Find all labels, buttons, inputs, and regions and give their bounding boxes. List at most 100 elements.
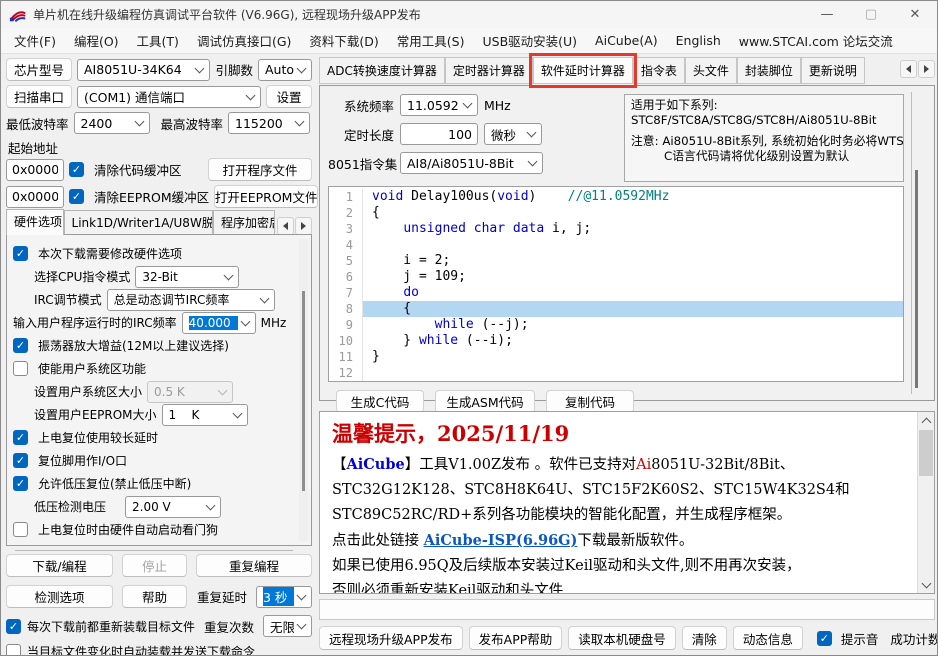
clear-eeprom-checkbox[interactable] [69, 189, 84, 204]
scrollbar-thumb[interactable] [302, 291, 305, 491]
scan-port-button[interactable]: 扫描串口 [6, 85, 72, 108]
scroll-up-button[interactable] [918, 412, 934, 429]
tab-timer-calculator[interactable]: 定时器计算器 [445, 57, 533, 84]
menu-item-program[interactable]: 编程(O) [65, 28, 128, 53]
beep-checkbox[interactable] [817, 631, 832, 646]
minimize-button[interactable]: — [805, 1, 849, 28]
divider [15, 550, 293, 551]
close-button[interactable]: ✕ [893, 1, 937, 28]
clear-code-checkbox[interactable] [69, 162, 84, 177]
hardware-options-panel: 本次下载需要修改硬件选项 选择CPU指令模式 32-Bit IRC调节模式 总是… [6, 234, 312, 546]
clear-button[interactable]: 清除 [682, 626, 727, 650]
pin-count-select[interactable]: Auto [258, 59, 312, 81]
right-panel: ADC转换速度计算器 定时器计算器 软件延时计算器 指令表 头文件 封装脚位 更… [319, 58, 935, 650]
time-unit-select[interactable]: 微秒 [484, 123, 542, 145]
help-button[interactable]: 帮助 [122, 585, 187, 608]
repeat-count-select[interactable]: 无限 [263, 615, 312, 637]
system-freq-select[interactable]: 11.0592 [400, 94, 478, 116]
tab-update-notes[interactable]: 更新说明 [801, 57, 865, 84]
port-settings-button[interactable]: 设置 [266, 85, 312, 108]
autoload-on-change-checkbox[interactable] [6, 644, 21, 656]
chip-model-select[interactable]: AI8051U-34K64 [77, 59, 210, 81]
remote-app-publish-button[interactable]: 远程现场升级APP发布 [319, 626, 463, 650]
right-tabs-scroll-right-button[interactable] [918, 60, 935, 78]
line-number: 6 [329, 269, 363, 285]
menu-item-usb-driver[interactable]: USB驱动安装(U) [473, 28, 586, 53]
code-line: 9 while (--j); [329, 317, 903, 333]
scrollbar-thumb[interactable] [915, 170, 918, 388]
menu-item-website[interactable]: www.STCAI.com 论坛交流 [730, 28, 902, 53]
chevron-down-icon [297, 620, 307, 630]
generate-asm-code-button[interactable]: 生成ASM代码 [435, 390, 535, 413]
generate-c-code-button[interactable]: 生成C代码 [336, 390, 424, 413]
repeat-program-button[interactable]: 重复编程 [196, 554, 312, 577]
reset-pin-io-label: 复位脚用作I/O口 [38, 452, 127, 469]
code-address-input[interactable] [6, 159, 64, 181]
tab-hardware-options[interactable]: 硬件选项 [6, 209, 64, 235]
scrollbar-thumb[interactable] [919, 430, 933, 476]
instruction-set-select[interactable]: AI8/Ai8051U-8Bit [400, 152, 543, 174]
menu-item-debug-interface[interactable]: 调试仿真接口(G) [188, 28, 300, 53]
notice-scrollbar[interactable] [917, 412, 934, 593]
menu-item-common-tools[interactable]: 常用工具(S) [388, 28, 474, 53]
long-por-delay-checkbox[interactable] [13, 430, 28, 445]
timer-length-input[interactable] [400, 123, 478, 145]
hardware-options-scrollbar[interactable] [299, 239, 308, 541]
left-tabs-scroll-left-button[interactable] [277, 217, 294, 235]
code-editor[interactable]: 1 void Delay100us(void) //@11.0592MHz 2 … [328, 186, 904, 382]
menu-item-downloads[interactable]: 资料下载(D) [300, 28, 387, 53]
menu-item-file[interactable]: 文件(F) [5, 28, 65, 53]
tab-package-pinout[interactable]: 封装脚位 [737, 57, 801, 84]
open-program-button[interactable]: 打开程序文件 [208, 158, 312, 181]
line-number: 4 [329, 237, 363, 253]
aicube-isp-download-link[interactable]: AiCube-ISP(6.96G) [424, 532, 578, 549]
min-baud-select[interactable]: 2400 [74, 112, 150, 134]
chip-model-button[interactable]: 芯片型号 [6, 58, 72, 81]
scroll-down-button[interactable] [918, 576, 934, 593]
menu-bar: 文件(F) 编程(O) 工具(T) 调试仿真接口(G) 资料下载(D) 常用工具… [1, 28, 937, 54]
cpu-mode-select[interactable]: 32-Bit [135, 266, 239, 288]
com-port-select[interactable]: (COM1) 通信端口 [77, 86, 261, 108]
publish-app-help-button[interactable]: 发布APP帮助 [469, 626, 563, 650]
menu-item-aicube[interactable]: AiCube(A) [586, 30, 667, 51]
modify-hw-checkbox[interactable] [13, 246, 28, 261]
eeprom-size-select[interactable]: 1 K [162, 404, 248, 426]
check-options-button[interactable]: 检测选项 [6, 585, 113, 608]
sysarea-size-select[interactable]: 0.5 K [147, 381, 233, 403]
menu-item-english[interactable]: English [667, 30, 730, 51]
tab-header-files[interactable]: 头文件 [685, 57, 737, 84]
read-disk-id-button[interactable]: 读取本机硬盘号 [568, 626, 676, 650]
open-eeprom-button[interactable]: 打开EEPROM文件 [214, 185, 318, 208]
copy-code-button[interactable]: 复制代码 [546, 390, 634, 413]
lvr-enable-checkbox[interactable] [13, 476, 28, 491]
hw-watchdog-checkbox[interactable] [13, 522, 28, 537]
app-window: 单片机在线升级编程仿真调试平台软件 (V6.96G), 远程现场升级APP发布 … [0, 0, 938, 656]
stop-button[interactable]: 停止 [122, 554, 187, 577]
user-sysarea-checkbox[interactable] [13, 361, 28, 376]
maximize-button[interactable]: ▢ [849, 1, 893, 28]
tab-offline-download[interactable]: Link1D/Writer1A/U8W脱机 [64, 210, 213, 235]
tab-adc-speed-calculator[interactable]: ADC转换速度计算器 [319, 57, 445, 84]
irc-mode-select[interactable]: 总是动态调节IRC频率 [107, 289, 275, 311]
left-tabs-scroll-right-button[interactable] [295, 217, 312, 235]
reload-target-checkbox[interactable] [6, 619, 21, 634]
osc-gain-checkbox[interactable] [13, 338, 28, 353]
dynamic-info-button[interactable]: 动态信息 [733, 626, 803, 650]
reset-pin-io-checkbox[interactable] [13, 453, 28, 468]
long-por-delay-label: 上电复位使用较长延时 [38, 429, 158, 446]
tab-software-delay-calculator[interactable]: 软件延时计算器 [533, 57, 633, 84]
max-baud-select[interactable]: 115200 [228, 112, 310, 134]
calculator-scrollbar[interactable] [911, 92, 927, 394]
download-program-button[interactable]: 下载/编程 [6, 554, 113, 577]
tab-instruction-table[interactable]: 指令表 [633, 57, 685, 84]
chevron-down-icon [463, 99, 473, 109]
code-line: 4 [329, 237, 903, 253]
lvd-voltage-select[interactable]: 2.00 V [125, 496, 221, 518]
eeprom-address-input[interactable] [6, 186, 64, 208]
right-tabs-scroll-left-button[interactable] [900, 60, 917, 78]
repeat-delay-select[interactable]: 3 秒 [256, 586, 312, 608]
menu-item-tools[interactable]: 工具(T) [128, 28, 188, 53]
tab-program-encrypt[interactable]: 程序加密后 [213, 210, 275, 235]
success-count-label: 成功计数 [890, 629, 938, 648]
irc-freq-select[interactable]: 40.000 [182, 312, 256, 334]
